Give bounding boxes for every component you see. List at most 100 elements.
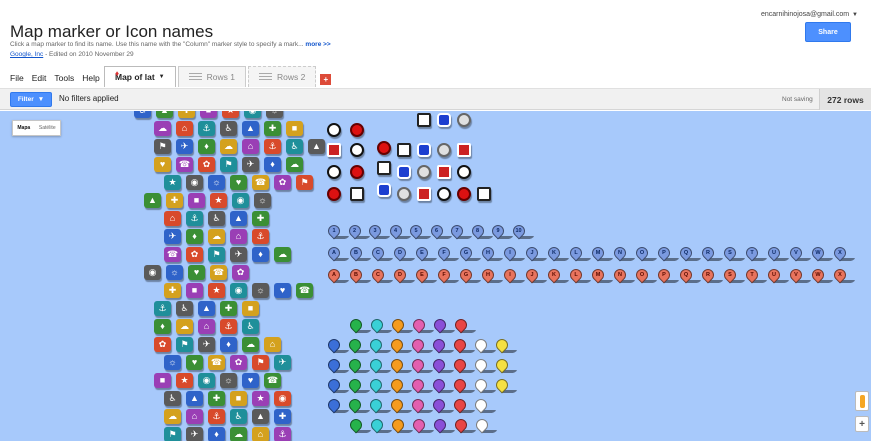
map-icon-marker[interactable]: ⌂ [252, 427, 269, 441]
map-icon-marker[interactable]: ◉ [274, 391, 291, 406]
map-icon-marker[interactable]: ☁ [230, 427, 247, 441]
pin-marker[interactable]: 5 [407, 222, 432, 241]
map-type-satellite[interactable]: Satélite [39, 125, 56, 131]
pin-marker[interactable] [389, 316, 414, 335]
map-canvas[interactable]: Mapa Satélite ♿ ▲ ✚ ■ ★ ◉ ☼ ☁ ⌂ ⚓ ♿ ▲ ✚ ■ ⚑ ✈ ♦ ☁ ⌂ ⚓ ♿ ▲ ♥ ☎ ✿ ⚑… [0, 111, 871, 441]
map-icon-marker[interactable]: ✚ [252, 211, 269, 226]
map-icon-marker[interactable]: ★ [208, 283, 225, 298]
add-tab-button[interactable]: + [320, 74, 332, 85]
map-icon-marker[interactable]: ✚ [274, 409, 291, 424]
map-icon-marker[interactable]: ▲ [186, 391, 203, 406]
pin-marker[interactable] [347, 416, 372, 435]
pin-marker[interactable]: F [435, 244, 460, 263]
map-icon-marker[interactable]: ♿ [176, 301, 193, 316]
small-map-marker[interactable] [417, 187, 431, 201]
map-icon-marker[interactable]: ⌂ [186, 409, 203, 424]
map-icon-marker[interactable]: ✚ [178, 111, 195, 118]
pin-marker[interactable] [410, 416, 435, 435]
pin-marker[interactable]: R [699, 244, 724, 263]
map-icon-marker[interactable]: ♿ [230, 409, 247, 424]
pin-marker[interactable]: 10 [510, 222, 535, 241]
pin-marker[interactable]: W [809, 266, 834, 285]
pin-marker[interactable]: N [611, 266, 636, 285]
small-map-marker[interactable] [417, 165, 431, 179]
map-icon-marker[interactable]: ◉ [244, 111, 261, 118]
map-icon-marker[interactable]: ☁ [154, 121, 171, 136]
small-map-marker[interactable] [417, 113, 431, 127]
menu-edit[interactable]: Edit [32, 73, 47, 83]
map-icon-marker[interactable]: ⌂ [198, 319, 215, 334]
map-icon-marker[interactable]: ▲ [230, 211, 247, 226]
small-map-marker[interactable] [350, 143, 364, 157]
map-icon-marker[interactable]: ◉ [198, 373, 215, 388]
pin-marker[interactable]: B [347, 266, 372, 285]
pin-marker[interactable] [388, 396, 413, 415]
pin-marker[interactable]: I [501, 244, 526, 263]
pin-marker[interactable] [430, 376, 455, 395]
map-icon-marker[interactable]: ☁ [208, 229, 225, 244]
map-icon-marker[interactable]: ♿ [164, 391, 181, 406]
map-icon-marker[interactable]: ☁ [220, 139, 237, 154]
pin-marker[interactable] [346, 356, 371, 375]
map-icon-marker[interactable]: ♥ [274, 283, 291, 298]
map-icon-marker[interactable]: ⚓ [252, 229, 269, 244]
map-type-map[interactable]: Mapa [17, 125, 30, 131]
map-icon-marker[interactable]: ♿ [242, 319, 259, 334]
small-map-marker[interactable] [350, 187, 364, 201]
pin-marker[interactable]: Q [677, 244, 702, 263]
map-icon-marker[interactable]: ✿ [186, 247, 203, 262]
pin-marker[interactable]: 3 [366, 222, 391, 241]
pin-marker[interactable]: T [743, 244, 768, 263]
pin-marker[interactable]: G [457, 244, 482, 263]
map-icon-marker[interactable]: ★ [252, 391, 269, 406]
pin-marker[interactable]: H [479, 244, 504, 263]
pin-marker[interactable] [472, 396, 497, 415]
small-map-marker[interactable] [377, 141, 391, 155]
pin-marker[interactable] [472, 356, 497, 375]
pin-marker[interactable]: A [325, 266, 350, 285]
map-icon-marker[interactable]: ☁ [176, 319, 193, 334]
pin-marker[interactable] [451, 336, 476, 355]
tab-rows-2[interactable]: Rows 2 [247, 66, 317, 87]
pin-marker[interactable]: W [809, 244, 834, 263]
pin-marker[interactable] [389, 416, 414, 435]
map-icon-marker[interactable]: ⚓ [274, 427, 291, 441]
small-map-marker[interactable] [350, 123, 364, 137]
map-icon-marker[interactable]: ♦ [198, 139, 215, 154]
map-icon-marker[interactable]: ◉ [186, 175, 203, 190]
street-view-pegman-icon[interactable] [855, 391, 869, 411]
pin-marker[interactable] [325, 396, 350, 415]
pin-marker[interactable] [367, 356, 392, 375]
pin-marker[interactable]: K [545, 266, 570, 285]
small-map-marker[interactable] [457, 165, 471, 179]
map-icon-marker[interactable]: ☼ [254, 193, 271, 208]
pin-marker[interactable]: A [325, 244, 350, 263]
pin-marker[interactable] [346, 396, 371, 415]
map-icon-marker[interactable]: ♦ [186, 229, 203, 244]
pin-marker[interactable]: 4 [387, 222, 412, 241]
pin-marker[interactable]: S [721, 266, 746, 285]
pin-marker[interactable] [346, 336, 371, 355]
map-icon-marker[interactable]: ♥ [186, 355, 203, 370]
pin-marker[interactable] [493, 336, 518, 355]
tab-rows-1[interactable]: Rows 1 [177, 66, 246, 87]
menu-tools[interactable]: Tools [54, 73, 74, 83]
chevron-down-icon[interactable]: ▼ [159, 74, 165, 80]
pin-marker[interactable]: 2 [346, 222, 371, 241]
pin-marker[interactable]: O [633, 266, 658, 285]
map-icon-marker[interactable]: ☁ [286, 157, 303, 172]
map-type-control[interactable]: Mapa Satélite [12, 120, 61, 136]
map-icon-marker[interactable]: ☎ [296, 283, 313, 298]
pin-marker[interactable] [325, 356, 350, 375]
pin-marker[interactable]: J [523, 266, 548, 285]
pin-marker[interactable]: H [479, 266, 504, 285]
map-icon-marker[interactable]: ▲ [198, 301, 215, 316]
map-icon-marker[interactable]: ⚓ [264, 139, 281, 154]
pin-marker[interactable] [409, 356, 434, 375]
map-icon-marker[interactable]: ☼ [252, 283, 269, 298]
map-icon-marker[interactable]: ▲ [156, 111, 173, 118]
map-icon-marker[interactable]: ♦ [220, 337, 237, 352]
map-icon-marker[interactable]: ✿ [274, 175, 291, 190]
map-icon-marker[interactable]: ✈ [242, 157, 259, 172]
pin-marker[interactable]: 1 [325, 222, 350, 241]
